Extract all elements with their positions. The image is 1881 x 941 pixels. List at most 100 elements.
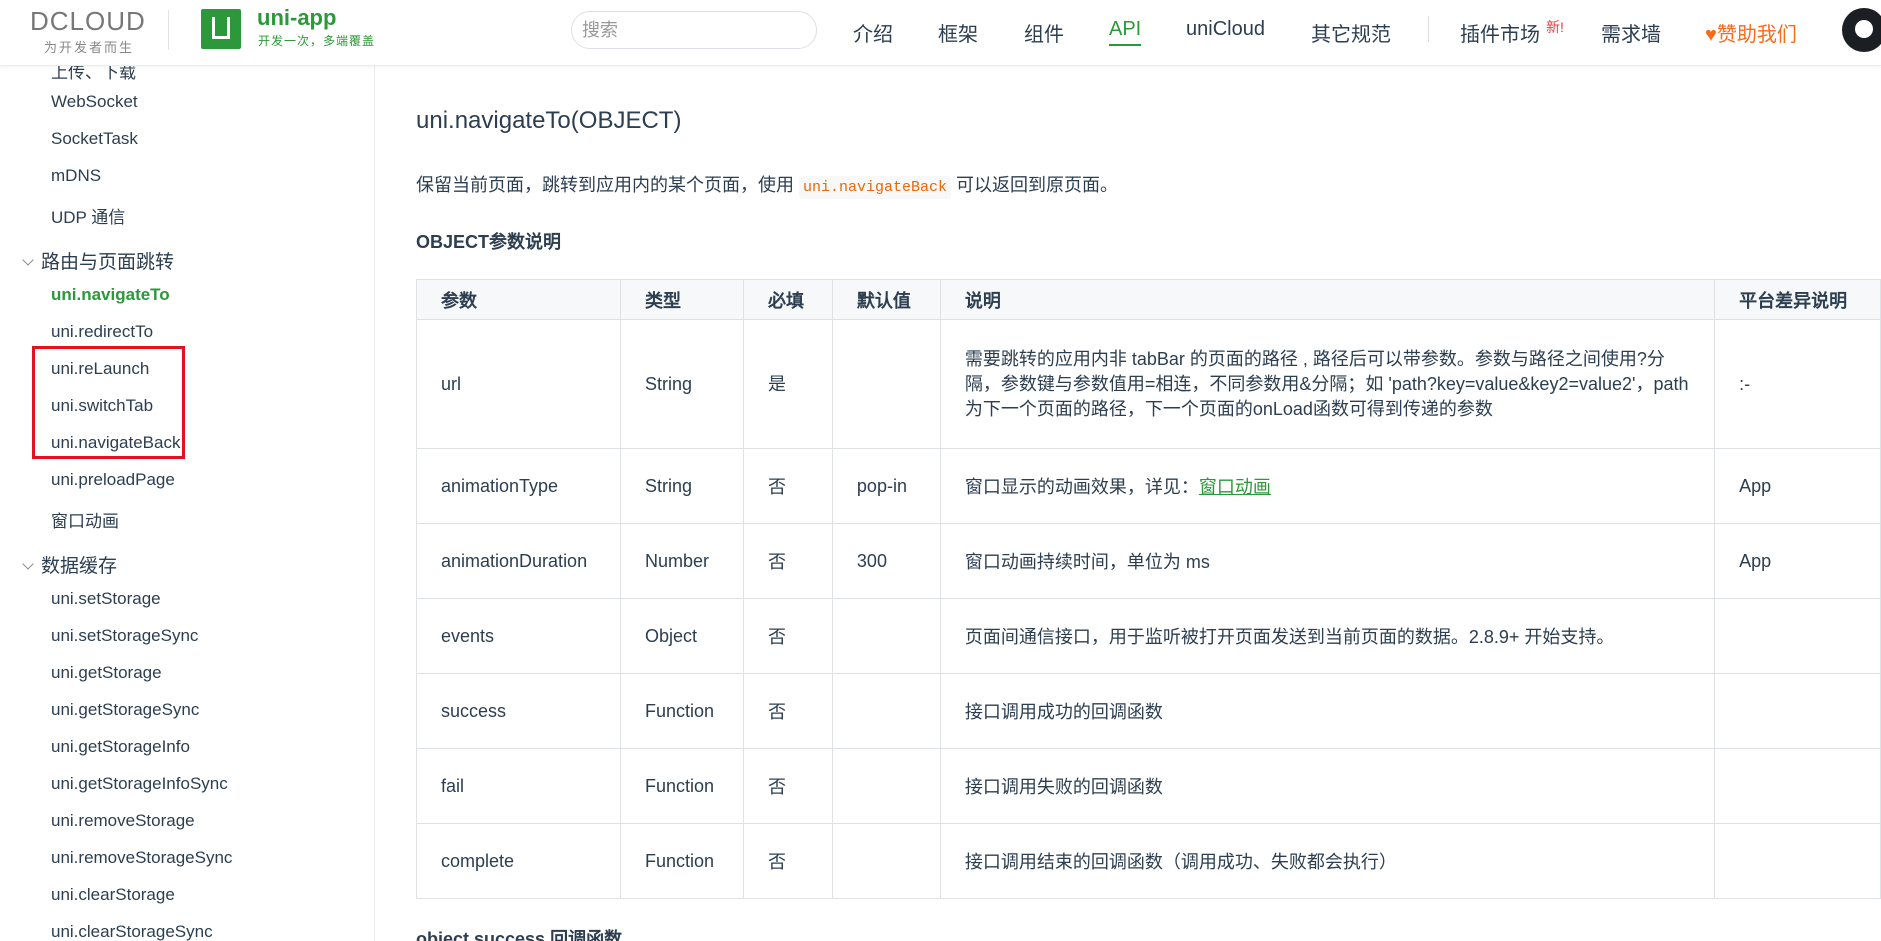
sponsor-label: 赞助我们 (1716, 24, 1797, 46)
col-header-param: 参数 (416, 279, 621, 320)
sidebar-item-mdns[interactable]: mDNS (51, 166, 101, 186)
sidebar-group-label: 数据缓存 (41, 556, 118, 577)
cell-required: 否 (742, 823, 833, 899)
cell-platform (1714, 823, 1881, 899)
nav-intro[interactable]: 介绍 (853, 18, 893, 47)
table-row: complete Function 否 接口调用结束的回调函数（调用成功、失败都… (416, 823, 1881, 899)
cell-default (831, 823, 941, 899)
cell-desc: 接口调用失败的回调函数 (939, 748, 1716, 824)
dcloud-slogan: 为开发者而生 (44, 40, 135, 55)
sidebar-item-upload-download[interactable]: 上传、下载 (51, 65, 136, 83)
cell-required: 否 (742, 523, 833, 599)
cell-platform: App (1714, 448, 1881, 524)
sidebar-item-getstorageinfo[interactable]: uni.getStorageInfo (51, 737, 190, 757)
chevron-down-icon (22, 254, 34, 266)
sidebar-item-removestorage[interactable]: uni.removeStorage (51, 811, 195, 831)
header-divider (168, 10, 169, 50)
sidebar-item-removestoragesync[interactable]: uni.removeStorageSync (51, 848, 232, 868)
col-header-desc: 说明 (939, 279, 1716, 320)
sidebar-item-getstorageinfosync[interactable]: uni.getStorageInfoSync (51, 774, 228, 794)
sidebar-item-preloadpage[interactable]: uni.preloadPage (51, 470, 175, 490)
cell-type: String (619, 448, 744, 524)
nav-components[interactable]: 组件 (1024, 18, 1064, 47)
uniapp-title[interactable]: uni-app (257, 5, 336, 31)
sidebar-item-sockettask[interactable]: SocketTask (51, 129, 138, 149)
cell-desc: 页面间通信接口，用于监听被打开页面发送到当前页面的数据。2.8.9+ 开始支持。 (939, 598, 1716, 674)
intro-before: 保留当前页面，跳转到应用内的某个页面，使用 (416, 175, 799, 195)
cell-platform: App (1714, 523, 1881, 599)
col-header-platform: 平台差异说明 (1714, 279, 1881, 320)
inline-code: uni.navigateBack (799, 176, 952, 199)
nav-separator (1428, 16, 1429, 42)
cell-default: 300 (831, 523, 941, 599)
sidebar-item-clearstoragesync[interactable]: uni.clearStorageSync (51, 922, 213, 941)
nav-api[interactable]: API (1109, 18, 1142, 46)
sidebar-item-navigateto[interactable]: uni.navigateTo (51, 285, 170, 305)
cell-desc: 接口调用结束的回调函数（调用成功、失败都会执行） (939, 823, 1716, 899)
highlight-annotation-box (32, 346, 185, 459)
cell-param: url (416, 319, 621, 449)
cell-required: 否 (742, 448, 833, 524)
col-header-default: 默认值 (831, 279, 941, 320)
sidebar-item-window-animation[interactable]: 窗口动画 (51, 507, 119, 532)
sidebar-item-getstoragesync[interactable]: uni.getStorageSync (51, 700, 199, 720)
nav-other-specs[interactable]: 其它规范 (1311, 18, 1391, 47)
cell-required: 否 (742, 748, 833, 824)
cell-type: Function (619, 748, 744, 824)
table-row: animationDuration Number 否 300 窗口动画持续时间，… (416, 523, 1881, 599)
github-icon[interactable] (1842, 8, 1881, 52)
sidebar-item-websocket[interactable]: WebSocket (51, 92, 138, 112)
cell-type: Number (619, 523, 744, 599)
cell-required: 否 (742, 598, 833, 674)
sidebar-item-setstorage[interactable]: uni.setStorage (51, 589, 161, 609)
cell-default (831, 673, 941, 749)
window-animation-link[interactable]: 窗口动画 (1199, 477, 1271, 497)
cell-desc: 窗口动画持续时间，单位为 ms (939, 523, 1716, 599)
cell-type: Function (619, 673, 744, 749)
table-row: success Function 否 接口调用成功的回调函数 (416, 673, 1881, 749)
sponsor-link[interactable]: ♥赞助我们 (1705, 18, 1797, 47)
sidebar-group-route[interactable]: 路由与页面跳转 (22, 247, 174, 274)
cell-type: String (619, 319, 744, 449)
intro-after: 可以返回到原页面。 (951, 175, 1119, 195)
sidebar-group-label: 路由与页面跳转 (41, 252, 175, 273)
sidebar-item-getstorage[interactable]: uni.getStorage (51, 663, 162, 683)
nav-plugin-market[interactable]: 插件市场 (1460, 18, 1540, 47)
nav-unicloud[interactable]: uniCloud (1186, 18, 1265, 41)
cell-type: Object (619, 598, 744, 674)
nav-framework[interactable]: 框架 (938, 18, 978, 47)
cell-param: events (416, 598, 621, 674)
cell-platform (1714, 598, 1881, 674)
col-header-type: 类型 (619, 279, 744, 320)
section-heading: OBJECT参数说明 (416, 232, 562, 252)
main-content: uni.navigateTo(OBJECT) 保留当前页面，跳转到应用内的某个页… (375, 65, 1881, 941)
sidebar-item-udp[interactable]: UDP 通信 (51, 203, 125, 228)
cell-type: Function (619, 823, 744, 899)
sidebar-item-redirectto[interactable]: uni.redirectTo (51, 322, 153, 342)
table-header-row: 参数 类型 必填 默认值 说明 平台差异说明 (416, 279, 1881, 320)
col-header-required: 必填 (742, 279, 833, 320)
sidebar-group-storage[interactable]: 数据缓存 (22, 551, 117, 578)
dcloud-logo[interactable]: DCLOUD 为开发者而生 (30, 7, 150, 55)
table-row: animationType String 否 pop-in 窗口显示的动画效果，… (416, 448, 1881, 524)
nav-requests[interactable]: 需求墙 (1601, 18, 1661, 47)
sidebar: 上传、下载 WebSocket SocketTask mDNS UDP 通信 路… (0, 65, 375, 941)
uniapp-logo-icon[interactable] (201, 9, 241, 49)
cell-param: animationType (416, 448, 621, 524)
cell-platform: :- (1714, 319, 1881, 449)
sidebar-item-setstoragesync[interactable]: uni.setStorageSync (51, 626, 198, 646)
cell-param: complete (416, 823, 621, 899)
cell-default (831, 598, 941, 674)
search-input[interactable] (571, 11, 817, 49)
cell-default (831, 748, 941, 824)
cell-default (831, 319, 941, 449)
new-badge: 新! (1546, 19, 1564, 35)
cell-required: 是 (742, 319, 833, 449)
top-navbar: DCLOUD 为开发者而生 uni-app 开发一次，多端覆盖 介绍 框架 组件… (0, 0, 1881, 66)
heart-icon: ♥ (1705, 24, 1717, 46)
intro-text: 保留当前页面，跳转到应用内的某个页面，使用 uni.navigateBack 可… (416, 171, 1119, 199)
cell-desc: 需要跳转的应用内非 tabBar 的页面的路径 , 路径后可以带参数。参数与路径… (939, 319, 1716, 449)
sidebar-item-clearstorage[interactable]: uni.clearStorage (51, 885, 175, 905)
uniapp-subtitle: 开发一次，多端覆盖 (258, 34, 376, 48)
params-table: 参数 类型 必填 默认值 说明 平台差异说明 url String 是 需要跳转… (416, 279, 1881, 899)
